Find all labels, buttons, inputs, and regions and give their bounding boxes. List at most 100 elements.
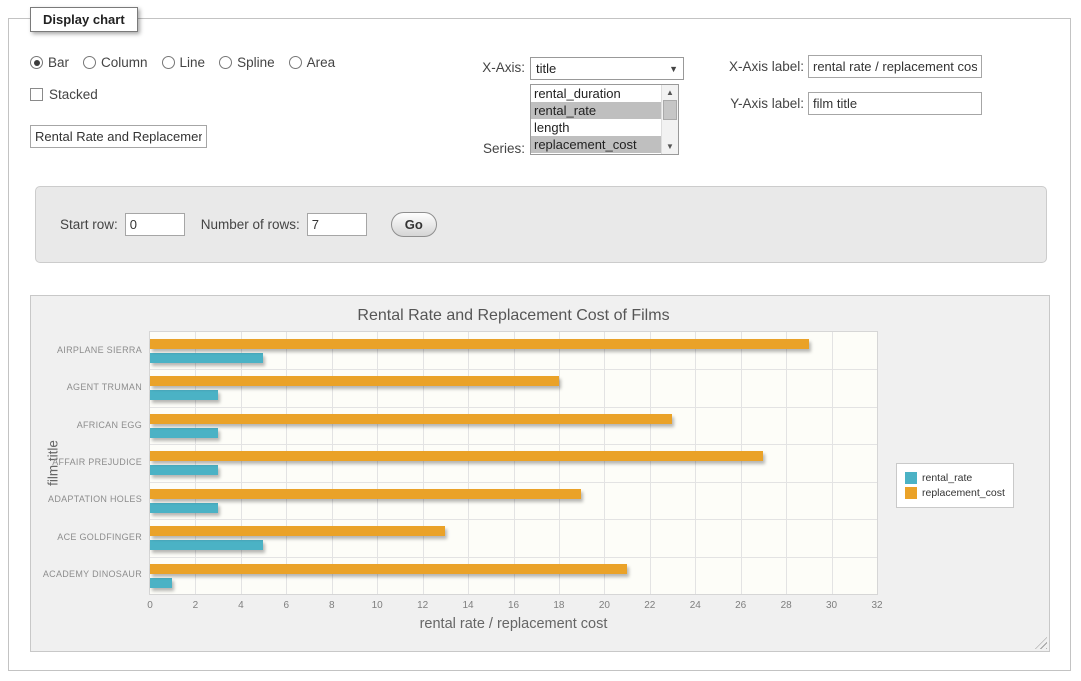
x-tick-label: 8 (312, 600, 352, 611)
x-tick-label: 28 (766, 600, 806, 611)
x-tick-label: 24 (675, 600, 715, 611)
gridline-vertical (332, 332, 333, 594)
x-tick-label: 0 (130, 600, 170, 611)
gridline-vertical (559, 332, 560, 594)
bar-rental_rate (150, 465, 218, 475)
resize-grip-icon[interactable] (1035, 637, 1047, 649)
legend-swatch-replacement_cost (905, 487, 917, 499)
radio-icon (30, 56, 43, 69)
radio-label: Bar (48, 55, 69, 70)
chart-title: Rental Rate and Replacement Cost of Film… (149, 307, 878, 325)
x-tick-label: 32 (857, 600, 897, 611)
category-label: ADAPTATION HOLES (28, 494, 142, 504)
radio-icon (219, 56, 232, 69)
bar-rental_rate (150, 428, 218, 438)
y-axis-label-input[interactable] (808, 92, 982, 115)
radio-label: Column (101, 55, 148, 70)
x-tick-label: 22 (630, 600, 670, 611)
x-axis-label-input[interactable] (808, 55, 982, 78)
plot-area: rental rate / replacement cost AIRPLANE … (149, 331, 878, 595)
x-tick-label: 16 (494, 600, 534, 611)
gridline-horizontal (150, 519, 877, 520)
x-tick-label: 12 (403, 600, 443, 611)
series-listbox-label: Series: (405, 141, 525, 156)
series-option[interactable]: length (531, 119, 661, 136)
chart-panel: Rental Rate and Replacement Cost of Film… (30, 295, 1050, 652)
gridline-vertical (604, 332, 605, 594)
row-controls-panel: Start row: Number of rows: Go (35, 186, 1047, 263)
radio-label: Spline (237, 55, 275, 70)
bar-rental_rate (150, 353, 263, 363)
series-option[interactable]: rental_rate (531, 102, 661, 119)
display-chart-fieldset: Display chart Bar Column Line Spline Are… (8, 18, 1071, 671)
x-tick-label: 14 (448, 600, 488, 611)
x-tick-label: 4 (221, 600, 261, 611)
category-label: AGENT TRUMAN (28, 382, 142, 392)
chart-x-axis-title: rental rate / replacement cost (150, 616, 877, 632)
legend-swatch-rental_rate (905, 472, 917, 484)
bar-rental_rate (150, 390, 218, 400)
gridline-horizontal (150, 482, 877, 483)
x-tick-label: 2 (175, 600, 215, 611)
chart-type-option-spline[interactable]: Spline (219, 55, 275, 70)
select-value: title (536, 61, 556, 76)
chart-type-radiogroup: Bar Column Line Spline Area (30, 55, 335, 70)
x-tick-label: 30 (812, 600, 852, 611)
category-label: AFFAIR PREJUDICE (28, 457, 142, 467)
gridline-vertical (286, 332, 287, 594)
series-listbox[interactable]: rental_durationrental_ratelengthreplacem… (530, 84, 679, 155)
gridline-horizontal (150, 444, 877, 445)
gridline-vertical (241, 332, 242, 594)
series-option[interactable]: replacement_cost (531, 136, 661, 153)
gridline-vertical (695, 332, 696, 594)
gridline-vertical (468, 332, 469, 594)
chart-title-input[interactable] (30, 125, 207, 148)
chart-type-option-bar[interactable]: Bar (30, 55, 69, 70)
gridline-vertical (786, 332, 787, 594)
bar-rental_rate (150, 540, 263, 550)
category-label: ACADEMY DINOSAUR (28, 569, 142, 579)
gridline-vertical (514, 332, 515, 594)
gridline-horizontal (150, 407, 877, 408)
x-axis-label-label: X-Axis label: (649, 59, 804, 74)
radio-icon (162, 56, 175, 69)
legend-item: replacement_cost (905, 487, 1005, 499)
bar-rental_rate (150, 503, 218, 513)
scrollbar-down-icon[interactable]: ▼ (662, 139, 678, 154)
radio-label: Line (180, 55, 206, 70)
gridline-vertical (423, 332, 424, 594)
bar-replacement_cost (150, 451, 763, 461)
bar-replacement_cost (150, 564, 627, 574)
bar-replacement_cost (150, 489, 581, 499)
x-tick-label: 18 (539, 600, 579, 611)
x-tick-label: 10 (357, 600, 397, 611)
chart-type-option-line[interactable]: Line (162, 55, 206, 70)
x-axis-select-label: X-Axis: (405, 60, 525, 75)
fieldset-legend: Display chart (30, 7, 138, 32)
bar-rental_rate (150, 578, 172, 588)
gridline-horizontal (150, 369, 877, 370)
start-row-input[interactable] (125, 213, 185, 236)
chart-legend: rental_rate replacement_cost (896, 463, 1014, 508)
stacked-checkbox[interactable]: Stacked (30, 87, 98, 102)
chart-type-option-column[interactable]: Column (83, 55, 148, 70)
gridline-vertical (832, 332, 833, 594)
chart-type-option-area[interactable]: Area (289, 55, 336, 70)
bar-replacement_cost (150, 414, 672, 424)
gridline-vertical (741, 332, 742, 594)
go-button[interactable]: Go (391, 212, 437, 237)
stacked-label: Stacked (49, 87, 98, 102)
category-label: ACE GOLDFINGER (28, 532, 142, 542)
radio-icon (83, 56, 96, 69)
series-listbox-options: rental_durationrental_ratelengthreplacem… (531, 85, 661, 154)
gridline-horizontal (150, 557, 877, 558)
bar-replacement_cost (150, 339, 809, 349)
y-axis-label-label: Y-Axis label: (649, 96, 804, 111)
category-label: AFRICAN EGG (28, 420, 142, 430)
legend-item: rental_rate (905, 472, 1005, 484)
series-option[interactable]: rental_duration (531, 85, 661, 102)
number-of-rows-label: Number of rows: (201, 217, 300, 232)
category-label: AIRPLANE SIERRA (28, 345, 142, 355)
number-of-rows-input[interactable] (307, 213, 367, 236)
legend-label: rental_rate (922, 472, 972, 484)
